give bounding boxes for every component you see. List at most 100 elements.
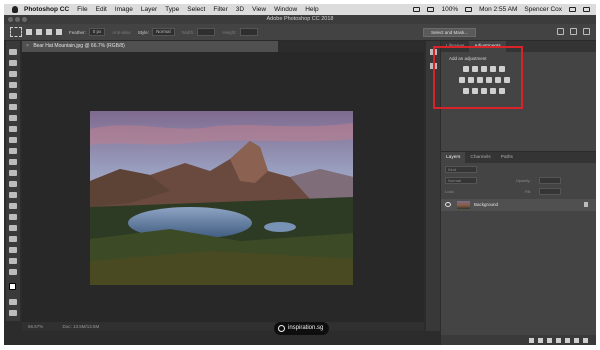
share-icon[interactable]	[583, 28, 590, 35]
tools-panel	[6, 41, 20, 321]
menu-type[interactable]: Type	[165, 6, 179, 13]
opacity-label: Opacity:	[516, 178, 531, 183]
history-brush-tool-icon[interactable]	[9, 148, 17, 154]
hand-tool-icon[interactable]	[9, 247, 17, 253]
menu-select[interactable]: Select	[187, 6, 205, 13]
tab-layers[interactable]: Layers	[441, 152, 466, 163]
marquee-tool-icon[interactable]	[10, 27, 22, 37]
pen-tool-icon[interactable]	[9, 203, 17, 209]
crop-tool-icon[interactable]	[9, 93, 17, 99]
layer-name[interactable]: Background	[474, 202, 498, 207]
quick-mask-icon[interactable]	[9, 299, 17, 305]
intersect-selection-icon[interactable]	[56, 29, 62, 35]
blend-mode-select[interactable]: Normal	[445, 177, 477, 184]
options-bar: Feather: 0 px Anti-alias Style: Normal W…	[4, 24, 596, 41]
blur-tool-icon[interactable]	[9, 181, 17, 187]
menu-window[interactable]: Window	[274, 6, 297, 13]
search-icon[interactable]	[557, 28, 564, 35]
menu-3d[interactable]: 3D	[236, 6, 244, 13]
new-group-icon[interactable]	[565, 337, 570, 343]
path-select-tool-icon[interactable]	[9, 225, 17, 231]
select-and-mask-button[interactable]: Select and Mask...	[422, 27, 476, 37]
foreground-color-swatch[interactable]	[9, 283, 16, 290]
lasso-tool-icon[interactable]	[9, 71, 17, 77]
layer-thumbnail	[457, 201, 470, 209]
add-mask-icon[interactable]	[547, 337, 552, 343]
eye-icon[interactable]	[445, 202, 451, 207]
wifi-icon[interactable]	[413, 7, 421, 12]
trash-icon[interactable]	[583, 337, 588, 343]
width-label: Width:	[181, 29, 195, 35]
healing-brush-tool-icon[interactable]	[9, 115, 17, 121]
layer-style-icon[interactable]	[538, 337, 543, 343]
workspace-icon[interactable]	[570, 28, 577, 35]
gradient-tool-icon[interactable]	[9, 170, 17, 176]
feather-input[interactable]: 0 px	[88, 28, 106, 36]
battery-percent[interactable]: 100%	[441, 6, 458, 13]
add-selection-icon[interactable]	[36, 29, 42, 35]
fill-input[interactable]	[539, 188, 561, 195]
menu-layer[interactable]: Layer	[141, 6, 157, 13]
menu-list-icon[interactable]	[583, 7, 590, 12]
menu-app-name[interactable]: Photoshop CC	[24, 6, 69, 13]
eyedropper-tool-icon[interactable]	[9, 104, 17, 110]
layers-panel: Layers Channels Paths Kind Normal Opacit…	[441, 151, 596, 345]
tab-channels[interactable]: Channels	[465, 152, 495, 163]
link-layers-icon[interactable]	[529, 337, 534, 343]
zoom-window-icon[interactable]	[22, 17, 27, 22]
style-select[interactable]: Normal	[152, 28, 175, 36]
subtract-selection-icon[interactable]	[46, 29, 52, 35]
user-name[interactable]: Spencer Cox	[524, 6, 562, 13]
more-tools-icon[interactable]	[9, 269, 17, 275]
close-tab-icon[interactable]: ×	[26, 43, 29, 49]
menu-edit[interactable]: Edit	[96, 6, 107, 13]
zoom-tool-icon[interactable]	[9, 258, 17, 264]
eraser-tool-icon[interactable]	[9, 159, 17, 165]
document-tab[interactable]: × Bear Hat Mountain.jpg @ 66.7% (RGB/8)	[22, 41, 278, 52]
width-input[interactable]	[197, 28, 216, 36]
close-window-icon[interactable]	[8, 17, 13, 22]
quick-select-tool-icon[interactable]	[9, 82, 17, 88]
tab-paths[interactable]: Paths	[496, 152, 518, 163]
zoom-level[interactable]: 66.67%	[28, 324, 43, 329]
menu-view[interactable]: View	[252, 6, 266, 13]
opacity-input[interactable]	[539, 177, 561, 184]
height-label: Height:	[222, 29, 237, 35]
lock-icon[interactable]	[584, 202, 588, 207]
new-selection-icon[interactable]	[26, 29, 32, 35]
menu-image[interactable]: Image	[115, 6, 133, 13]
menu-help[interactable]: Help	[305, 6, 318, 13]
new-layer-icon[interactable]	[574, 337, 579, 343]
doc-size[interactable]: Doc: 13.5M/13.5M	[63, 324, 100, 329]
new-adjustment-icon[interactable]	[556, 337, 561, 343]
type-tool-icon[interactable]	[9, 214, 17, 220]
volume-icon[interactable]	[427, 7, 435, 12]
watermark-logo-icon	[278, 325, 285, 332]
blend-mode-value: Normal	[448, 178, 461, 183]
canvas-area[interactable]	[22, 52, 424, 322]
layer-filter-select[interactable]: Kind	[445, 166, 477, 173]
apple-icon[interactable]	[12, 6, 18, 13]
menu-filter[interactable]: Filter	[213, 6, 227, 13]
landscape-image	[90, 111, 353, 285]
brush-tool-icon[interactable]	[9, 126, 17, 132]
spotlight-icon[interactable]	[569, 7, 576, 12]
fill-label: Fill:	[525, 189, 532, 194]
clone-stamp-tool-icon[interactable]	[9, 137, 17, 143]
layer-row-background[interactable]: Background	[441, 199, 596, 211]
move-tool-icon[interactable]	[9, 49, 17, 55]
antialias-checkbox[interactable]: Anti-alias	[112, 30, 131, 35]
watermark-text: inspiration.sg	[288, 325, 324, 331]
menu-file[interactable]: File	[77, 6, 87, 13]
battery-icon[interactable]	[465, 7, 473, 12]
mac-menubar: Photoshop CC File Edit Image Layer Type …	[4, 4, 596, 15]
shape-tool-icon[interactable]	[9, 236, 17, 242]
height-input[interactable]	[239, 28, 258, 36]
clock[interactable]: Mon 2:55 AM	[479, 6, 517, 13]
screen-mode-icon[interactable]	[9, 310, 17, 316]
dodge-tool-icon[interactable]	[9, 192, 17, 198]
lock-label: Lock:	[445, 189, 455, 194]
photoshop-window: Photoshop CC File Edit Image Layer Type …	[4, 4, 596, 345]
marquee-tool-icon[interactable]	[9, 60, 17, 66]
minimize-window-icon[interactable]	[15, 17, 20, 22]
